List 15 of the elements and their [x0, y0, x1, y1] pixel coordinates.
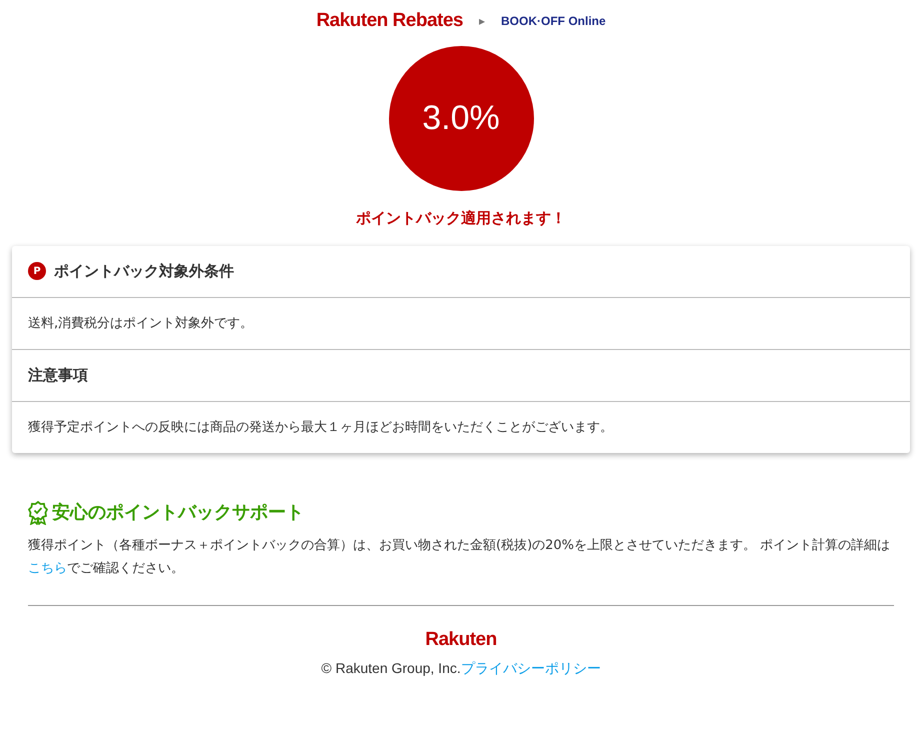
footer-logo: Rakuten: [425, 628, 497, 650]
badge-icon: [28, 500, 48, 524]
copyright-text: © Rakuten Group, Inc.: [321, 660, 461, 676]
store-logo[interactable]: BOOK·OFF Online: [501, 12, 606, 30]
rate-circle: 3.0%: [388, 46, 534, 191]
condition-text: 獲得予定ポイントへの反映には商品の発送から最大１ヶ月ほどお時間をいただくことがございます。: [28, 420, 613, 434]
condition-text: 送料,消費税分はポイント対象外です。: [28, 316, 254, 330]
separator-icon: ▸: [478, 12, 486, 30]
rate-message: ポイントバック適用されます！: [356, 209, 566, 227]
point-badge: P: [28, 262, 46, 280]
section-title: 安心のポイントバックサポート: [52, 501, 304, 525]
condition-heading: ポイントバック対象外条件: [54, 261, 234, 282]
support-text: 獲得ポイント（各種ボーナス＋ポイントバックの合算）は、お買い物された金額(税抜)の20%を上限とさせていただきます。 ポイント計算の詳細は こちらでご確認ください。: [28, 537, 892, 578]
brand-logo[interactable]: Rakuten Rebates: [316, 6, 463, 36]
condition-heading: 注意事項: [28, 365, 88, 386]
